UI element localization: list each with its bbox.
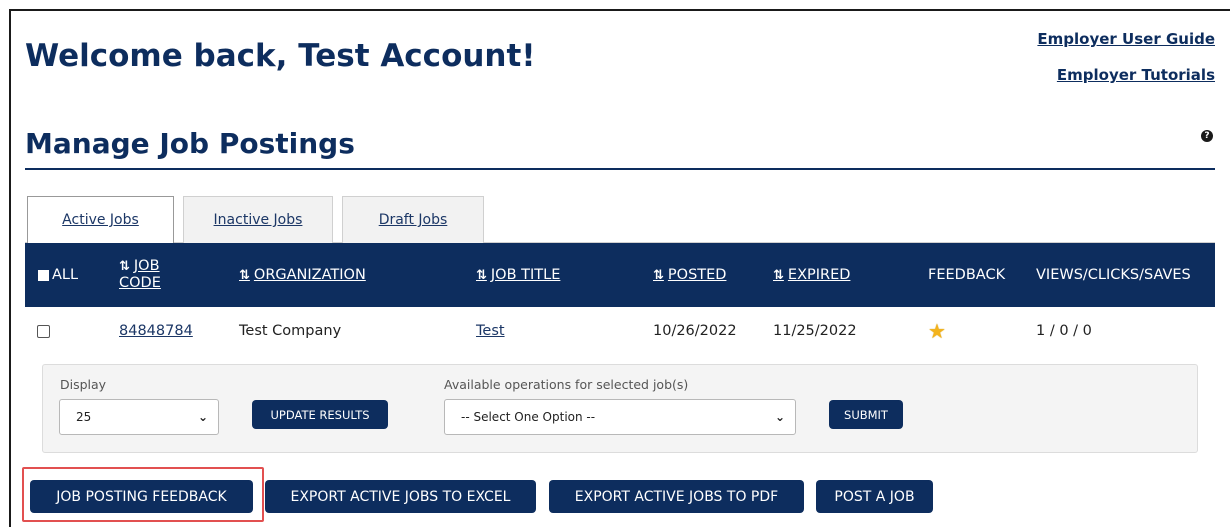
operations-label: Available operations for selected job(s): [444, 377, 689, 392]
header-organization: ORGANIZATION: [253, 267, 366, 283]
feedback-cell[interactable]: ★: [928, 307, 946, 355]
operations-select[interactable]: -- Select One Option -- ⌄: [444, 399, 796, 435]
results-options-panel: Display 25 ⌄ UPDATE RESULTS Available op…: [42, 364, 1198, 453]
views-clicks-saves: 1 / 0 / 0: [1036, 323, 1092, 339]
welcome-heading: Welcome back, Test Account!: [25, 38, 536, 74]
display-count-select[interactable]: 25 ⌄: [59, 399, 219, 435]
table-row: 84848784 Test Company Test 10/26/2022 11…: [25, 307, 1215, 355]
header-job-title: JOB TITLE: [490, 267, 561, 283]
job-code-link[interactable]: 84848784: [119, 307, 193, 355]
select-all-label: ALL: [52, 267, 79, 283]
export-excel-button[interactable]: EXPORT ACTIVE JOBS TO EXCEL: [265, 480, 536, 513]
tab-label: Active Jobs: [62, 212, 139, 228]
chevron-down-icon: ⌄: [774, 410, 785, 424]
star-icon: ★: [928, 319, 946, 343]
sort-icon: ⇅: [653, 267, 664, 283]
tab-label: Inactive Jobs: [213, 212, 303, 228]
sort-icon: ⇅: [773, 267, 784, 283]
update-results-button[interactable]: UPDATE RESULTS: [252, 400, 388, 429]
organization-cell: Test Company: [239, 323, 342, 339]
chevron-down-icon: ⌄: [197, 410, 208, 424]
page-title: Manage Job Postings: [25, 127, 355, 160]
header-job-code-line2: CODE: [119, 275, 161, 291]
header-expired: EXPIRED: [787, 267, 851, 283]
checkbox-icon: [37, 324, 50, 338]
operations-value: -- Select One Option --: [461, 410, 596, 424]
sort-organization[interactable]: ⇅ ORGANIZATION: [239, 243, 366, 307]
display-count-value: 25: [76, 410, 92, 424]
employer-tutorials-link[interactable]: Employer Tutorials: [1057, 66, 1215, 84]
job-posting-feedback-button[interactable]: JOB POSTING FEEDBACK: [30, 480, 253, 513]
title-divider: [25, 168, 1215, 170]
row-checkbox[interactable]: [37, 307, 50, 355]
post-job-button[interactable]: POST A JOB: [816, 480, 933, 513]
sort-icon: ⇅: [119, 259, 130, 274]
tab-draft-jobs[interactable]: Draft Jobs: [342, 196, 484, 243]
sort-job-code[interactable]: ⇅ JOB CODE: [119, 243, 161, 307]
question-circle-icon[interactable]: ?: [1201, 130, 1213, 142]
sort-job-title[interactable]: ⇅ JOB TITLE: [476, 243, 560, 307]
tab-inactive-jobs[interactable]: Inactive Jobs: [183, 196, 333, 243]
header-feedback: FEEDBACK: [928, 267, 1006, 283]
sort-icon: ⇅: [239, 267, 250, 283]
header-job-code-line1: JOB: [133, 258, 160, 274]
sort-expired[interactable]: ⇅ EXPIRED: [773, 243, 850, 307]
select-all-checkbox[interactable]: ALL: [38, 243, 78, 307]
employer-user-guide-link[interactable]: Employer User Guide: [1037, 30, 1215, 48]
checkbox-icon: [38, 269, 49, 281]
job-title-link[interactable]: Test: [476, 307, 505, 355]
submit-button[interactable]: SUBMIT: [829, 400, 903, 429]
tab-label: Draft Jobs: [378, 212, 448, 228]
sort-icon: ⇅: [476, 267, 487, 283]
expired-date: 11/25/2022: [773, 323, 857, 339]
display-label: Display: [60, 377, 107, 392]
export-pdf-button[interactable]: EXPORT ACTIVE JOBS TO PDF: [549, 480, 804, 513]
posted-date: 10/26/2022: [653, 323, 737, 339]
tab-active-jobs[interactable]: Active Jobs: [27, 196, 174, 243]
sort-posted[interactable]: ⇅ POSTED: [653, 243, 726, 307]
table-header: ALL ⇅ JOB CODE ⇅ ORGANIZATION ⇅ JOB TITLE…: [25, 243, 1215, 307]
header-views-clicks-saves: VIEWS/CLICKS/SAVES: [1036, 267, 1191, 283]
header-posted: POSTED: [667, 267, 727, 283]
